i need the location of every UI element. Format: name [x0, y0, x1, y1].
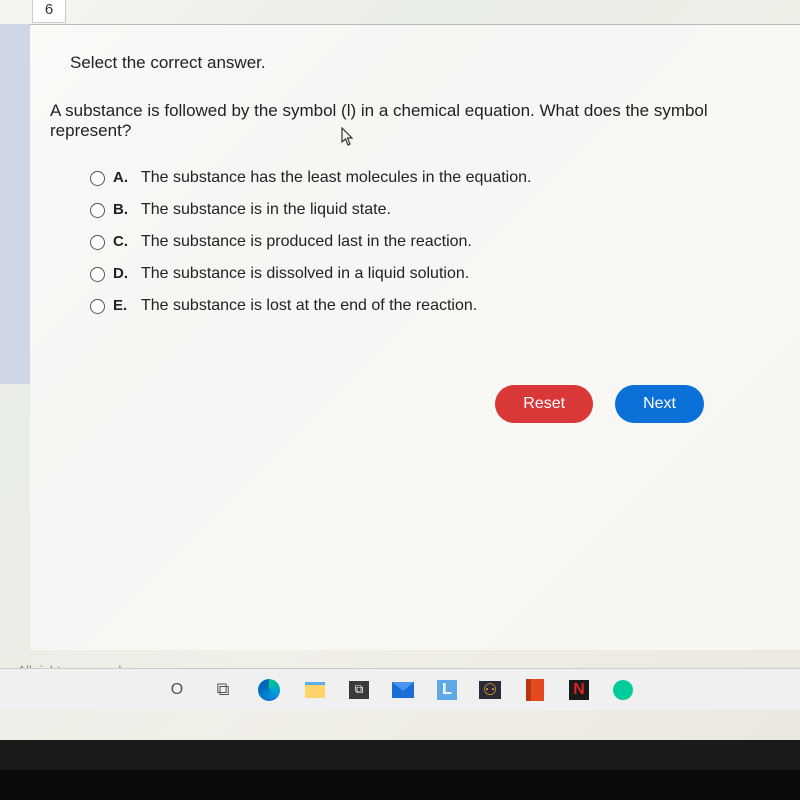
reset-button[interactable]: Reset	[495, 385, 593, 423]
option-b[interactable]: B. The substance is in the liquid state.	[90, 201, 764, 219]
page-number-tab: 6	[32, 0, 66, 23]
option-d[interactable]: D. The substance is dissolved in a liqui…	[90, 265, 764, 283]
microsoft-store-icon[interactable]: ⧉	[349, 681, 369, 699]
sidebar-strip	[0, 24, 30, 384]
file-explorer-icon[interactable]	[303, 678, 327, 702]
monitor-bezel	[0, 770, 800, 800]
windows-taskbar: O ⧉ ⧉ L ⚇ N	[0, 668, 800, 710]
option-text: The substance is dissolved in a liquid s…	[141, 265, 469, 283]
options-group: A. The substance has the least molecules…	[90, 169, 764, 315]
next-button[interactable]: Next	[615, 385, 704, 423]
radio-icon[interactable]	[90, 235, 105, 250]
radio-icon[interactable]	[90, 171, 105, 186]
option-letter: A.	[113, 169, 141, 186]
netflix-icon[interactable]: N	[569, 680, 589, 700]
page-number: 6	[45, 1, 53, 18]
option-text: The substance has the least molecules in…	[141, 169, 531, 187]
option-c[interactable]: C. The substance is produced last in the…	[90, 233, 764, 251]
question-panel: Select the correct answer. A substance i…	[30, 24, 800, 650]
option-a[interactable]: A. The substance has the least molecules…	[90, 169, 764, 187]
edge-browser-icon[interactable]	[257, 678, 281, 702]
option-e[interactable]: E. The substance is lost at the end of t…	[90, 297, 764, 315]
option-letter: E.	[113, 297, 141, 314]
instruction-text: Select the correct answer.	[70, 53, 764, 73]
green-app-icon[interactable]	[611, 678, 635, 702]
office-icon[interactable]	[523, 678, 547, 702]
taskview-icon[interactable]: ⧉	[211, 678, 235, 702]
option-text: The substance is lost at the end of the …	[141, 297, 477, 315]
app-l-icon[interactable]: L	[437, 680, 457, 700]
option-text: The substance is in the liquid state.	[141, 201, 391, 219]
option-letter: B.	[113, 201, 141, 218]
option-text: The substance is produced last in the re…	[141, 233, 472, 251]
action-buttons: Reset Next	[70, 385, 704, 423]
radio-icon[interactable]	[90, 267, 105, 282]
game-app-icon[interactable]: ⚇	[479, 681, 501, 699]
question-text: A substance is followed by the symbol (l…	[50, 101, 764, 141]
option-letter: D.	[113, 265, 141, 282]
quiz-screen: 6 Select the correct answer. A substance…	[0, 0, 800, 740]
search-icon[interactable]: O	[165, 678, 189, 702]
radio-icon[interactable]	[90, 299, 105, 314]
cursor-icon	[340, 127, 356, 147]
mail-icon[interactable]	[391, 678, 415, 702]
radio-icon[interactable]	[90, 203, 105, 218]
option-letter: C.	[113, 233, 141, 250]
